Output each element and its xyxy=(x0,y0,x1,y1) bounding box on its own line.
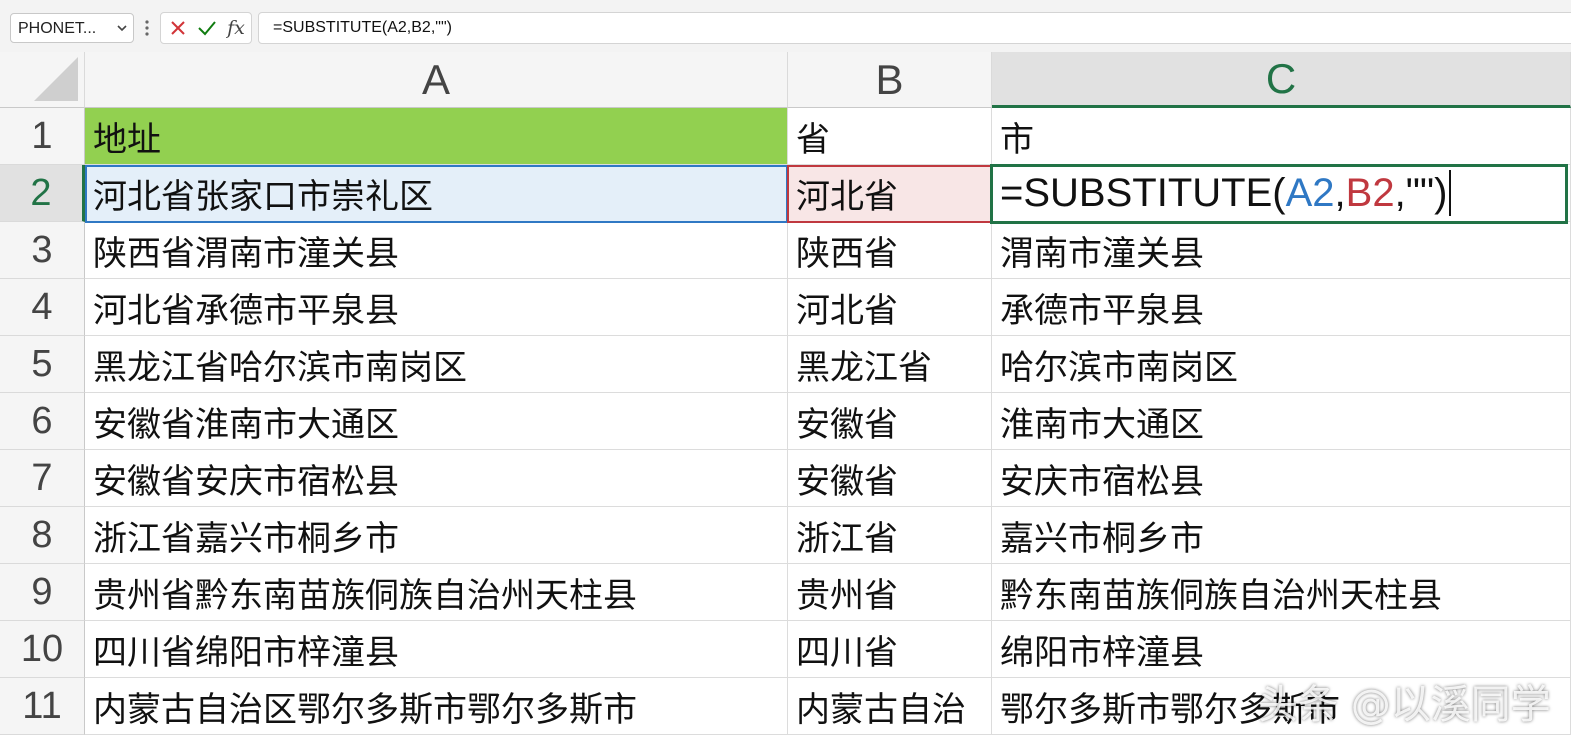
edit-sep: , xyxy=(1334,170,1346,215)
cell-b7[interactable]: 安徽省 xyxy=(788,450,992,507)
enter-icon[interactable] xyxy=(194,13,220,43)
cell-c1[interactable]: 市 xyxy=(992,108,1571,165)
column-header-c[interactable]: C xyxy=(992,52,1571,108)
row-header-2[interactable]: 2 xyxy=(0,165,85,222)
row-header-8[interactable]: 8 xyxy=(0,507,85,564)
formula-buttons: fx xyxy=(160,12,252,44)
chevron-down-icon[interactable] xyxy=(115,19,129,37)
cell-a8[interactable]: 浙江省嘉兴市桐乡市 xyxy=(85,507,788,564)
cell-b4[interactable]: 河北省 xyxy=(788,279,992,336)
cell-b2[interactable]: 河北省 xyxy=(788,165,992,222)
column-header-a[interactable]: A xyxy=(85,52,788,108)
row-header-10[interactable]: 10 xyxy=(0,621,85,678)
cell-a7[interactable]: 安徽省安庆市宿松县 xyxy=(85,450,788,507)
cell-a3[interactable]: 陕西省渭南市潼关县 xyxy=(85,222,788,279)
row-header-5[interactable]: 5 xyxy=(0,336,85,393)
edit-ref-b2: B2 xyxy=(1345,170,1395,215)
row-header-9[interactable]: 9 xyxy=(0,564,85,621)
cell-b9[interactable]: 贵州省 xyxy=(788,564,992,621)
edit-formula: =SUBSTITUTE(A2,B2,"") xyxy=(1000,171,1447,216)
cell-b5[interactable]: 黑龙江省 xyxy=(788,336,992,393)
cell-b10[interactable]: 四川省 xyxy=(788,621,992,678)
edit-formula-prefix: =SUBSTITUTE( xyxy=(1000,170,1286,215)
cell-a2[interactable]: 河北省张家口市崇礼区 xyxy=(85,165,788,222)
cancel-icon[interactable] xyxy=(165,13,191,43)
cell-b1[interactable]: 省 xyxy=(788,108,992,165)
cell-a1[interactable]: 地址 xyxy=(85,108,788,165)
cell-c7[interactable]: 安庆市宿松县 xyxy=(992,450,1571,507)
cell-c6[interactable]: 淮南市大通区 xyxy=(992,393,1571,450)
row-header-7[interactable]: 7 xyxy=(0,450,85,507)
cell-a9[interactable]: 贵州省黔东南苗族侗族自治州天柱县 xyxy=(85,564,788,621)
formula-input[interactable]: =SUBSTITUTE(A2,B2,"") xyxy=(258,12,1571,44)
cell-c5[interactable]: 哈尔滨市南岗区 xyxy=(992,336,1571,393)
row-header-11[interactable]: 11 xyxy=(0,678,85,735)
edit-formula-suffix: ,"") xyxy=(1394,170,1448,215)
row-header-4[interactable]: 4 xyxy=(0,279,85,336)
cell-b8[interactable]: 浙江省 xyxy=(788,507,992,564)
cell-a11[interactable]: 内蒙古自治区鄂尔多斯市鄂尔多斯市 xyxy=(85,678,788,735)
cell-c10[interactable]: 绵阳市梓潼县 xyxy=(992,621,1571,678)
cell-a4[interactable]: 河北省承德市平泉县 xyxy=(85,279,788,336)
cell-c3[interactable]: 渭南市潼关县 xyxy=(992,222,1571,279)
formula-text: =SUBSTITUTE(A2,B2,"") xyxy=(273,19,452,36)
edit-ref-a2: A2 xyxy=(1285,170,1335,215)
row-header-6[interactable]: 6 xyxy=(0,393,85,450)
row-header-3[interactable]: 3 xyxy=(0,222,85,279)
select-all-corner[interactable] xyxy=(0,52,85,108)
watermark: 头条 @以溪同学 xyxy=(1258,682,1551,728)
text-cursor xyxy=(1449,170,1452,216)
cell-c4[interactable]: 承德市平泉县 xyxy=(992,279,1571,336)
cell-b11[interactable]: 内蒙古自治 xyxy=(788,678,992,735)
cell-c2[interactable]: =SUBSTITUTE(A2,B2,"") xyxy=(992,165,1571,222)
cell-c9[interactable]: 黔东南苗族侗族自治州天柱县 xyxy=(992,564,1571,621)
formula-bar-area: PHONET... fx =SUBSTITUTE(A2,B2,"") xyxy=(0,0,1571,52)
name-box-value: PHONET... xyxy=(18,20,97,37)
name-box[interactable]: PHONET... xyxy=(10,13,134,43)
column-header-b[interactable]: B xyxy=(788,52,992,108)
cell-a10[interactable]: 四川省绵阳市梓潼县 xyxy=(85,621,788,678)
cell-c8[interactable]: 嘉兴市桐乡市 xyxy=(992,507,1571,564)
fx-icon[interactable]: fx xyxy=(223,13,249,43)
more-icon[interactable] xyxy=(142,14,152,42)
cell-b3[interactable]: 陕西省 xyxy=(788,222,992,279)
cell-a6[interactable]: 安徽省淮南市大通区 xyxy=(85,393,788,450)
cell-a5[interactable]: 黑龙江省哈尔滨市南岗区 xyxy=(85,336,788,393)
cell-b6[interactable]: 安徽省 xyxy=(788,393,992,450)
row-header-1[interactable]: 1 xyxy=(0,108,85,165)
